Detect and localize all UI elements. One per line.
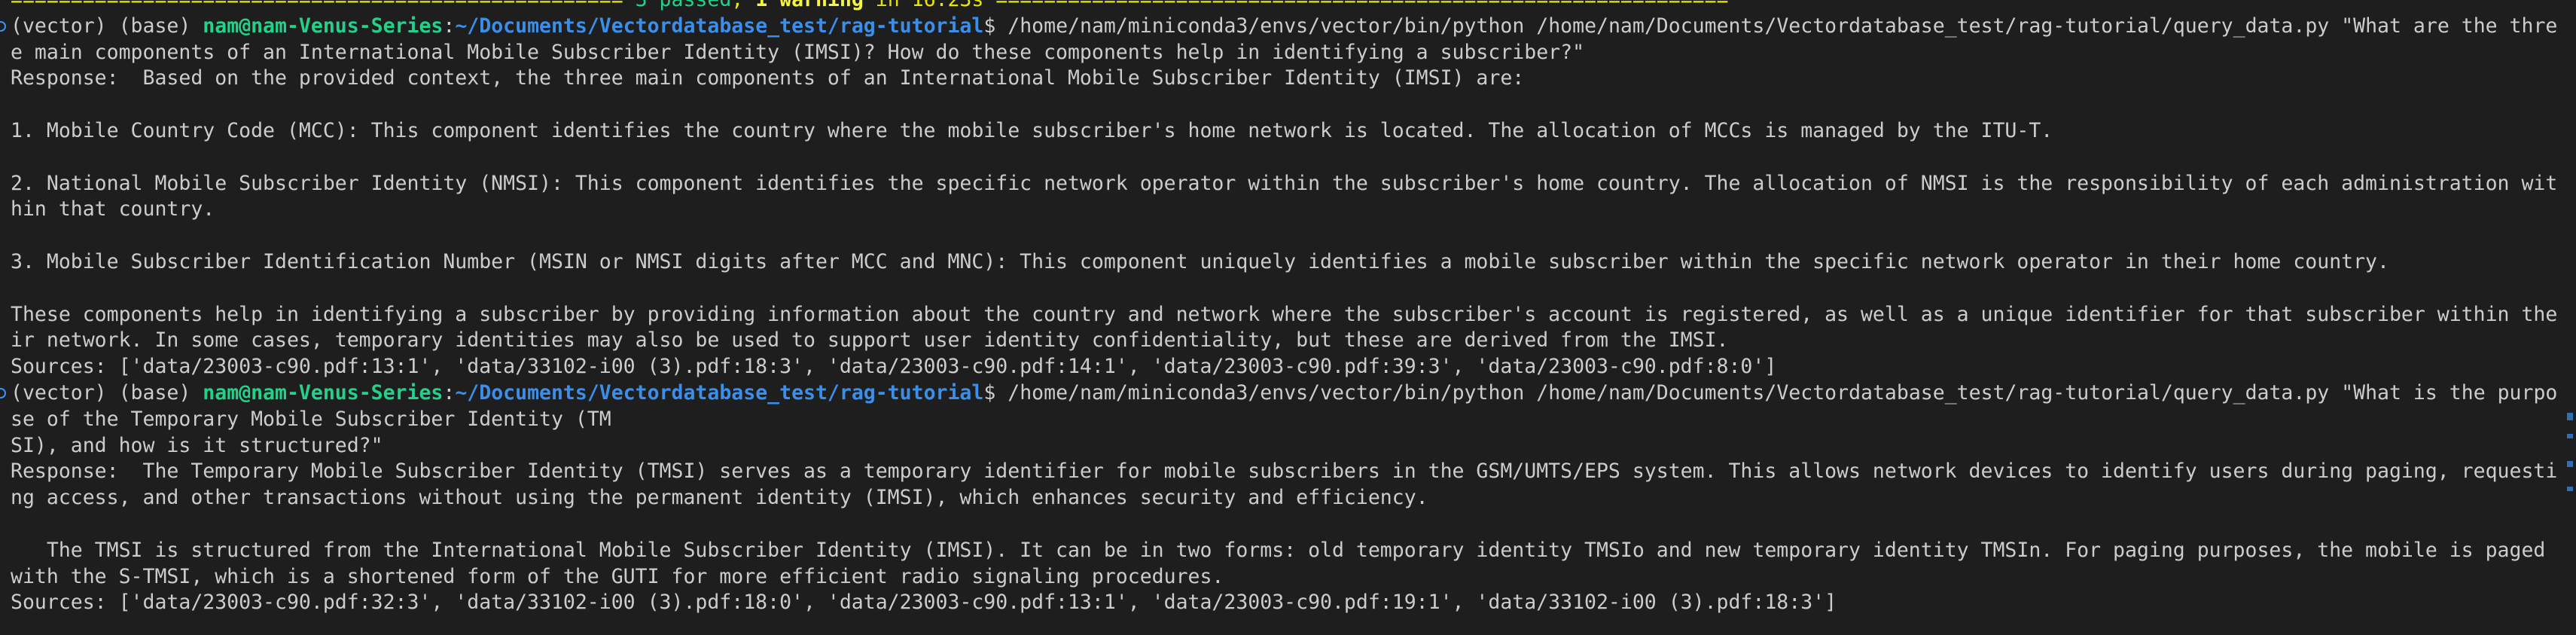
response-line: Response: Based on the provided context,…: [11, 66, 1525, 90]
scrollbar-marker[interactable]: [2567, 461, 2573, 467]
output-line: with the S-TMSI, which is a shortened fo…: [11, 564, 1224, 588]
sources-line: Sources: ['data/23003-c90.pdf:32:3', 'da…: [11, 591, 1837, 615]
summary-passed: 3 passed: [636, 0, 732, 11]
output-line: se of the Temporary Mobile Subscriber Id…: [11, 407, 611, 431]
summary-left-bar: ========================================…: [11, 0, 636, 11]
command-decoration-icon[interactable]: [0, 20, 6, 32]
prompt-line-2: (vector) (base) nam@nam-Venus-Series:~/D…: [0, 380, 2560, 407]
output-line: The TMSI is structured from the Internat…: [11, 538, 2546, 562]
summary-time: in 16.23s: [864, 0, 996, 11]
command-text: /home/nam/miniconda3/envs/vector/bin/pyt…: [1008, 380, 2558, 405]
response-line: Response: The Temporary Mobile Subscribe…: [11, 459, 2558, 484]
prompt-path: ~/Documents/Vectordatabase_test/rag-tuto…: [455, 14, 984, 38]
output-line: ng access, and other transactions withou…: [11, 486, 1428, 510]
scrollbar-marker[interactable]: [2567, 487, 2573, 491]
prompt-user: nam@nam-Venus-Series: [203, 14, 444, 38]
prompt-line-1: (vector) (base) nam@nam-Venus-Series:~/D…: [0, 14, 2560, 40]
scrollbar-marker[interactable]: [2567, 434, 2573, 438]
output-line: e main components of an International Mo…: [11, 40, 1585, 64]
terminal-output[interactable]: ========================================…: [0, 0, 2560, 635]
summary-warning: 1 warning: [755, 0, 864, 11]
test-summary-line: ========================================…: [0, 0, 2560, 14]
output-line: SI), and how is it structured?": [11, 433, 383, 457]
prompt-user: nam@nam-Venus-Series: [203, 380, 444, 405]
output-line: 2. National Mobile Subscriber Identity (…: [11, 171, 2558, 195]
command-text: /home/nam/miniconda3/envs/vector/bin/pyt…: [1008, 14, 2558, 38]
prompt-colon: :: [443, 14, 456, 38]
prompt-env: (vector) (base): [11, 14, 203, 38]
scrollbar-marker[interactable]: [2567, 413, 2573, 420]
prompt-env: (vector) (base): [11, 380, 203, 405]
summary-right-bar: ========================================…: [995, 0, 1728, 11]
output-line: 1. Mobile Country Code (MCC): This compo…: [11, 118, 2053, 142]
output-line: ir network. In some cases, temporary ide…: [11, 328, 1729, 353]
prompt-colon: :: [443, 380, 456, 405]
output-line: 3. Mobile Subscriber Identification Numb…: [11, 249, 2389, 273]
prompt-symbol: $: [983, 14, 1008, 38]
prompt-symbol: $: [983, 380, 1008, 405]
output-line: hin that country.: [11, 197, 215, 221]
command-decoration-icon[interactable]: [0, 387, 6, 398]
prompt-path: ~/Documents/Vectordatabase_test/rag-tuto…: [455, 380, 984, 405]
output-line: These components help in identifying a s…: [11, 302, 2558, 326]
summary-comma: ,: [731, 0, 755, 11]
sources-line: Sources: ['data/23003-c90.pdf:13:1', 'da…: [11, 355, 1777, 379]
